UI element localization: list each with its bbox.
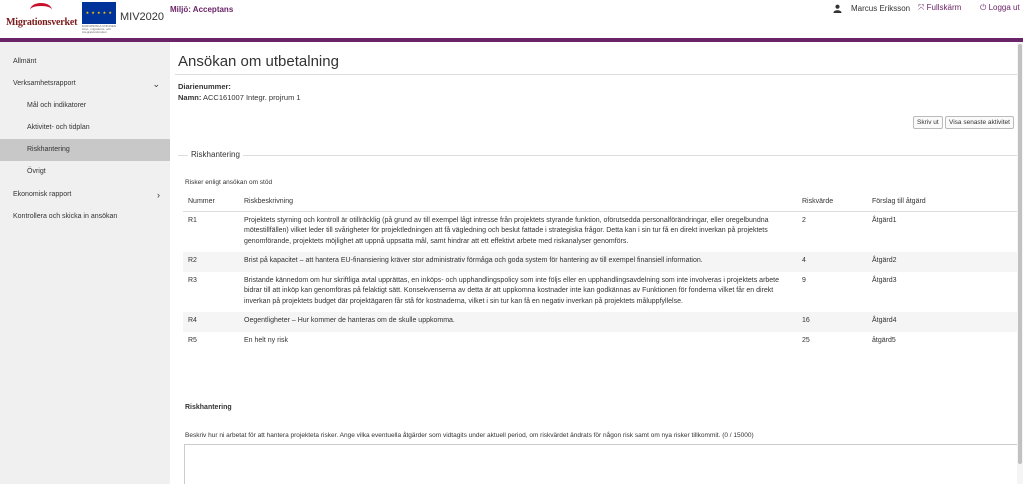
- risk-num: R5: [188, 336, 197, 344]
- title-divider: [175, 74, 1023, 75]
- environment-label: Miljö: Acceptans: [170, 5, 234, 14]
- app-name: MIV2020: [120, 11, 165, 23]
- risk-desc: Brist på kapacitet – att hantera EU-fina…: [239, 252, 797, 272]
- logout-label: Logga ut: [988, 3, 1020, 12]
- table-row: R3 Bristande kännedom om hur skriftliga …: [183, 272, 1019, 313]
- namn-label: Namn:: [178, 93, 202, 102]
- risk-action: Åtgärd2: [867, 252, 1019, 272]
- risk-num: R2: [183, 252, 239, 272]
- namn-value: ACC161007 Integr. projrum 1: [203, 93, 301, 102]
- risk-value: 9: [802, 276, 806, 284]
- column-header-forslag: Förslag till åtgärd: [867, 193, 1019, 212]
- risk-desc: Oegentligheter – Hur kommer de hanteras …: [239, 312, 797, 332]
- eu-fund-text: EUROPEISKA UNIONEN Asyl-, migrations- oc…: [82, 24, 117, 34]
- page-title: Ansökan om utbetalning: [178, 53, 339, 70]
- risk-value: 4: [797, 252, 867, 272]
- chevron-right-icon: ›: [157, 190, 160, 200]
- sidebar-item-allmant[interactable]: Allmänt: [0, 51, 170, 73]
- section-legend: Riskhantering: [188, 150, 243, 159]
- sidebar: Allmänt Verksamhetsrapport ⌄ Mål och indi…: [0, 42, 170, 484]
- risk-table: Nummer Riskbeskrivning Riskvärde Förslag…: [183, 193, 1019, 351]
- risk-action: åtgärd5: [872, 336, 896, 344]
- eu-flag-icon: ★ ★ ★ ★ ★: [82, 2, 116, 24]
- sidebar-item-riskhantering[interactable]: Riskhantering: [0, 139, 170, 161]
- risk-action: Åtgärd3: [872, 276, 897, 284]
- risk-num: R1: [188, 216, 197, 224]
- risk-action: Åtgärd4: [867, 312, 1019, 332]
- user-name[interactable]: Marcus Eriksson: [851, 4, 910, 13]
- riskhantering-help-text: Beskriv hur ni arbetat för att hantera p…: [185, 432, 754, 439]
- riskhantering-label: Riskhantering: [185, 404, 232, 411]
- table-row: R1 Projektets styrning och kontroll är o…: [183, 211, 1019, 252]
- column-header-riskvarde: Riskvärde: [797, 193, 867, 212]
- table-row: R5 En helt ny risk 25 åtgärd5: [183, 332, 1019, 352]
- risk-desc: En helt ny risk: [244, 336, 288, 344]
- logout-link[interactable]: ⏻ Logga ut: [980, 3, 1020, 13]
- sidebar-item-label: Mål och indikatorer: [27, 102, 87, 109]
- scrollbar-thumb[interactable]: [1018, 44, 1022, 464]
- sidebar-item-ovrigt[interactable]: Övrigt: [0, 161, 170, 183]
- chevron-down-icon: ⌄: [152, 79, 160, 89]
- risk-num: R4: [183, 312, 239, 332]
- column-header-nummer: Nummer: [183, 193, 239, 212]
- table-row: R2 Brist på kapacitet – att hantera EU-f…: [183, 252, 1019, 272]
- risk-value: 16: [797, 312, 867, 332]
- risk-action: Åtgärd1: [872, 216, 897, 224]
- main-content: Ansökan om utbetalning Diarienummer: Nam…: [170, 42, 1023, 484]
- sidebar-item-label: Allmänt: [13, 58, 37, 65]
- risk-desc: Projektets styrning och kontroll är otil…: [244, 216, 769, 245]
- app-header: Migrationsverket ★ ★ ★ ★ ★ EUROPEISKA UN…: [0, 0, 1023, 38]
- sidebar-item-label: Verksamhetsrapport: [13, 80, 76, 87]
- risk-num: R3: [188, 276, 197, 284]
- print-button[interactable]: Skriv ut: [913, 116, 943, 129]
- power-icon: ⏻: [980, 3, 987, 12]
- migrationsverket-logo: Migrationsverket: [6, 3, 78, 33]
- sidebar-item-ekonomisk-rapport[interactable]: Ekonomisk rapport ›: [0, 184, 170, 206]
- logo-text: Migrationsverket: [6, 17, 78, 28]
- logo-swoosh-icon: [30, 3, 52, 17]
- column-header-riskbeskrivning: Riskbeskrivning: [239, 193, 797, 212]
- risk-value: 25: [802, 336, 810, 344]
- latest-activity-button[interactable]: Visa senaste aktivitet: [945, 116, 1014, 129]
- riskhantering-textarea[interactable]: [184, 444, 1019, 484]
- risk-desc: Bristande kännedom om hur skriftliga avt…: [244, 276, 780, 305]
- sidebar-item-label: Riskhantering: [27, 146, 70, 153]
- fullscreen-icon: ⤧: [918, 3, 925, 12]
- user-icon: [833, 4, 842, 13]
- sidebar-item-label: Kontrollera och skicka in ansökan: [13, 213, 118, 220]
- sidebar-item-verksamhetsrapport[interactable]: Verksamhetsrapport ⌄: [0, 73, 170, 95]
- sidebar-item-label: Aktivitet- och tidplan: [27, 124, 90, 131]
- risk-intro-text: Risker enligt ansökan om stöd: [185, 179, 273, 186]
- sidebar-item-kontrollera-och-skicka[interactable]: Kontrollera och skicka in ansökan: [0, 206, 170, 228]
- diarienummer-label: Diarienummer:: [178, 82, 231, 91]
- sidebar-item-label: Ekonomisk rapport: [13, 191, 72, 198]
- table-row: R4 Oegentligheter – Hur kommer de hanter…: [183, 312, 1019, 332]
- table-header-row: Nummer Riskbeskrivning Riskvärde Förslag…: [183, 193, 1019, 212]
- sidebar-item-label: Övrigt: [27, 168, 46, 175]
- fullscreen-label: Fullskärm: [926, 3, 962, 12]
- sidebar-item-mal-och-indikatorer[interactable]: Mål och indikatorer: [0, 95, 170, 117]
- fullscreen-link[interactable]: ⤧ Fullskärm: [918, 3, 961, 13]
- sidebar-item-aktivitet-och-tidplan[interactable]: Aktivitet- och tidplan: [0, 117, 170, 139]
- namn-row: Namn: ACC161007 Integr. projrum 1: [178, 93, 301, 102]
- risk-value: 2: [802, 216, 806, 224]
